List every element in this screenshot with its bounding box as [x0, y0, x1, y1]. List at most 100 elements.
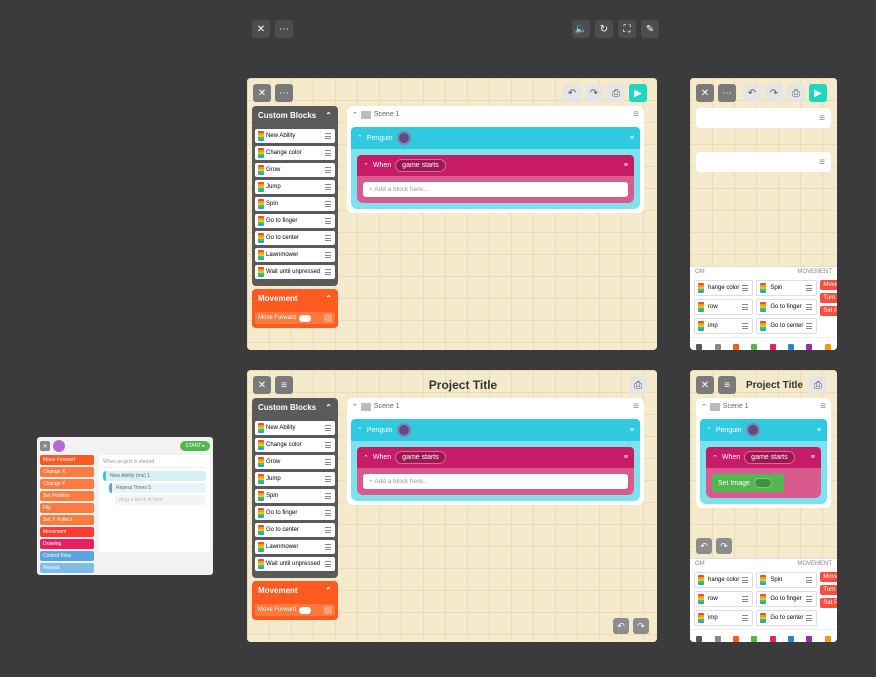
menu-icon[interactable]: ≡: [624, 454, 628, 461]
menu-icon[interactable]: ≡: [630, 427, 634, 434]
block-set-image[interactable]: Set Image: [712, 474, 784, 492]
cat-icon[interactable]: [788, 636, 794, 642]
menu-icon[interactable]: ≡: [633, 401, 639, 412]
cat-icon[interactable]: [751, 344, 757, 350]
block-go-to-finger[interactable]: Go to finger: [255, 506, 335, 520]
tray-block[interactable]: row: [694, 299, 753, 315]
menu-icon[interactable]: ≡: [819, 113, 825, 124]
lines-icon[interactable]: ≡: [718, 376, 736, 394]
menu-icon[interactable]: ≡: [630, 135, 634, 142]
undo-icon[interactable]: ↶: [696, 538, 712, 554]
cat-icon[interactable]: [733, 344, 739, 350]
block-new-ability[interactable]: New Ability: [255, 129, 335, 143]
scene-header[interactable]: ⌃Scene 1 ≡: [347, 106, 644, 123]
block-go-to-center[interactable]: Go to center: [255, 231, 335, 245]
chip-drag[interactable]: drag a block in here: [115, 495, 206, 505]
rule-header[interactable]: ⌃ When game starts ≡: [706, 447, 821, 468]
cat-icon[interactable]: [806, 344, 812, 350]
redo-icon[interactable]: ↷: [585, 84, 603, 102]
menu-icon[interactable]: ≡: [624, 162, 628, 169]
print-icon[interactable]: ⎙: [607, 84, 625, 102]
block-go-to-center[interactable]: Go to center: [255, 523, 335, 537]
redo-icon[interactable]: ↷: [716, 538, 732, 554]
tray-block[interactable]: hange color: [694, 280, 753, 296]
tray-block[interactable]: imp: [694, 318, 753, 334]
block-change-color[interactable]: Change color: [255, 438, 335, 452]
cat-icon[interactable]: [751, 636, 757, 642]
drawing-header[interactable]: Drawing: [40, 539, 94, 549]
block[interactable]: Change Y: [40, 479, 94, 489]
close-icon[interactable]: ✕: [696, 376, 714, 394]
block-wait-unpressed[interactable]: Wait until unpressed: [255, 265, 335, 279]
block-spin[interactable]: Spin: [255, 489, 335, 503]
movement-header[interactable]: Movement: [40, 527, 94, 537]
tray-block[interactable]: Move Forwa: [820, 572, 837, 582]
block[interactable]: Repeat: [40, 563, 94, 573]
tray-block[interactable]: imp: [694, 610, 753, 626]
more-icon[interactable]: ⋯: [275, 20, 293, 38]
tray-block[interactable]: Spin: [756, 572, 817, 588]
add-block-placeholder[interactable]: + Add a block here...: [363, 474, 628, 489]
block-jump[interactable]: Jump: [255, 472, 335, 486]
when-event[interactable]: game starts: [395, 159, 446, 172]
add-block-placeholder[interactable]: + Add a block here...: [363, 182, 628, 197]
block-go-to-finger[interactable]: Go to finger: [255, 214, 335, 228]
tray-block[interactable]: row: [694, 591, 753, 607]
start-button[interactable]: START ▸: [180, 441, 210, 451]
character-header[interactable]: ⌃ Penguin ≡: [351, 419, 640, 441]
close-icon[interactable]: ✕: [252, 20, 270, 38]
scene-header[interactable]: ⌃Scene 1 ≡: [696, 398, 831, 415]
menu-icon[interactable]: ≡: [817, 427, 821, 434]
block-jump[interactable]: Jump: [255, 180, 335, 194]
tray-block[interactable]: Go to finger: [756, 299, 817, 315]
block[interactable]: Set Position: [40, 491, 94, 501]
sound-icon[interactable]: 🔈: [572, 20, 590, 38]
avatar-icon[interactable]: [53, 440, 65, 452]
block[interactable]: Change X: [40, 467, 94, 477]
undo-icon[interactable]: ↶: [563, 84, 581, 102]
tray-block[interactable]: Turn degree: [820, 293, 837, 303]
block[interactable]: Move Forward: [40, 455, 94, 465]
tray-block[interactable]: Go to center: [756, 318, 817, 334]
block-new-ability[interactable]: New Ability: [255, 421, 335, 435]
more-icon[interactable]: ⋯: [275, 84, 293, 102]
cat-icon[interactable]: [696, 344, 702, 350]
close-icon[interactable]: ✕: [696, 84, 714, 102]
undo-icon[interactable]: ↶: [613, 618, 629, 634]
cat-icon[interactable]: [825, 344, 831, 350]
tray-block[interactable]: Go to center: [756, 610, 817, 626]
when-event[interactable]: game starts: [395, 451, 446, 464]
block-change-color[interactable]: Change color: [255, 146, 335, 160]
play-icon[interactable]: ▶: [629, 84, 647, 102]
block-wait-unpressed[interactable]: Wait until unpressed: [255, 557, 335, 571]
menu-icon[interactable]: ≡: [820, 401, 826, 412]
print-icon[interactable]: ⎙: [787, 84, 805, 102]
menu-icon[interactable]: ≡: [819, 157, 825, 168]
close-icon[interactable]: ✕: [253, 84, 271, 102]
play-icon[interactable]: ▶: [809, 84, 827, 102]
block-lawnmower[interactable]: Lawnmower: [255, 248, 335, 262]
tray-block[interactable]: Set Position: [820, 598, 837, 608]
movement-header[interactable]: Movement ⌃: [252, 289, 338, 308]
block[interactable]: Set X Reflect: [40, 515, 94, 525]
block-grow[interactable]: Grow: [255, 163, 335, 177]
block-grow[interactable]: Grow: [255, 455, 335, 469]
when-event[interactable]: game starts: [744, 451, 795, 464]
rule-header[interactable]: ⌃ When game starts ≡: [357, 155, 634, 176]
tray-block[interactable]: Turn degree: [820, 585, 837, 595]
chip-new-ability[interactable]: New Ability (ms) 1: [103, 471, 206, 481]
cat-icon[interactable]: [806, 636, 812, 642]
movement-header[interactable]: Movement ⌃: [252, 581, 338, 600]
cat-icon[interactable]: [825, 636, 831, 642]
menu-icon[interactable]: ≡: [811, 454, 815, 461]
redo-icon[interactable]: ↷: [633, 618, 649, 634]
fullscreen-icon[interactable]: ⛶: [618, 20, 636, 38]
chip-repeat[interactable]: Repeat Times 5: [109, 483, 206, 493]
print-icon[interactable]: ⎙: [629, 376, 647, 394]
lines-icon[interactable]: ≡: [275, 376, 293, 394]
control-header[interactable]: Control Flow: [40, 551, 94, 561]
block-spin[interactable]: Spin: [255, 197, 335, 211]
cat-icon[interactable]: [733, 636, 739, 642]
block[interactable]: Flip: [40, 503, 94, 513]
scene-header[interactable]: ⌃Scene 1 ≡: [347, 398, 644, 415]
